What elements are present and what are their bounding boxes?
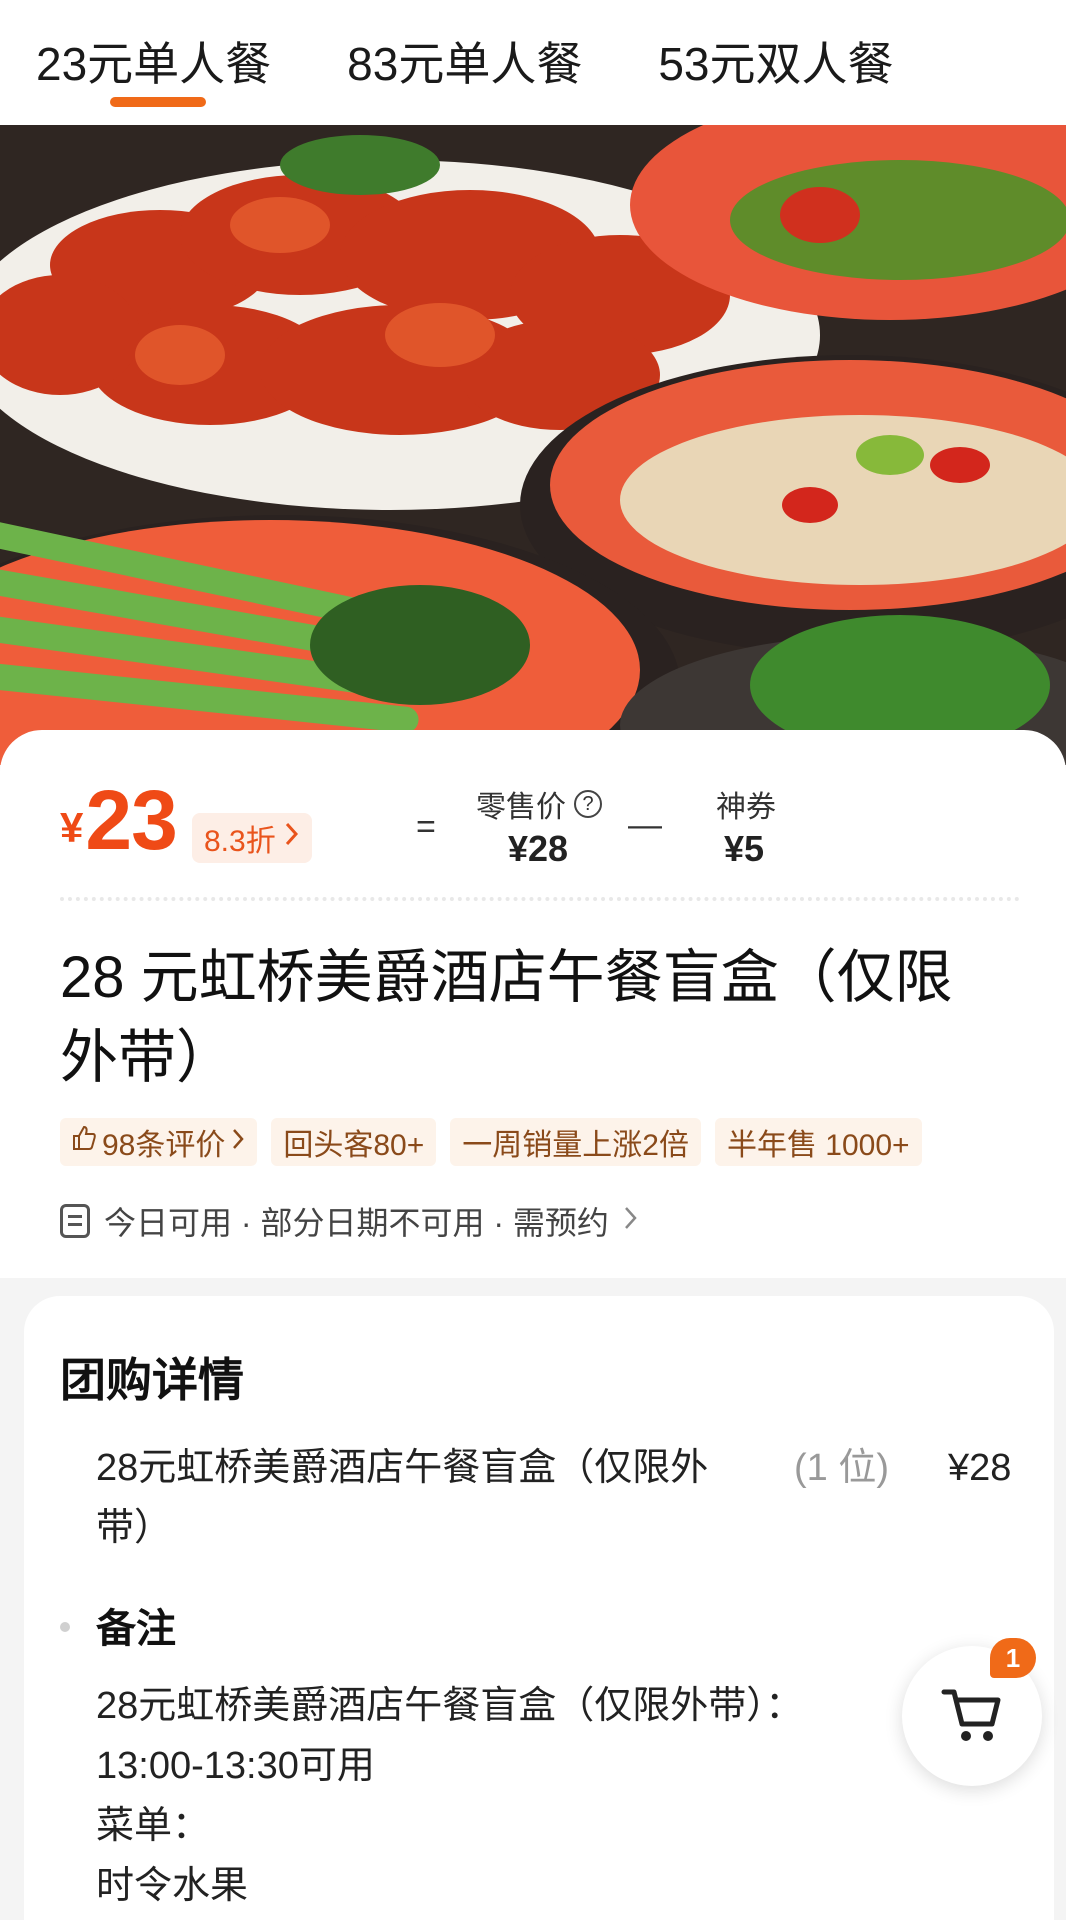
question-icon[interactable]: ? <box>574 790 602 818</box>
item-qty: (1 位) <box>794 1447 890 1489</box>
price-row: ¥ 23 8.3折 = 零售价 ? ¥28 — 神券 ¥5 <box>24 730 1054 890</box>
item-price: ¥28 <box>948 1447 1012 1489</box>
chevron-right-icon <box>231 1125 245 1159</box>
half-year-sales-tag: 半年售 1000+ <box>714 1118 922 1166</box>
note-line: 28元虹桥美爵酒店午餐盲盒（仅限外带）： <box>96 1685 804 1727</box>
bullet-dot <box>60 1622 70 1632</box>
food-illustration <box>0 125 1066 765</box>
tab-83-single[interactable]: 83元单人餐 <box>347 0 582 125</box>
cart-count-badge: 1 <box>990 1638 1036 1678</box>
discount-text: 8.3折 <box>204 825 276 858</box>
reviews-text: 98条评价 <box>102 1129 226 1162</box>
deal-price: ¥ 23 <box>60 773 178 867</box>
product-title: 28 元虹桥美爵酒店午餐盲盒（仅限外带） <box>60 945 953 1090</box>
currency-symbol: ¥ <box>60 804 84 851</box>
document-icon <box>60 1204 90 1238</box>
page: 23元单人餐 83元单人餐 53元双人餐 ¥ 23 8.3折 = 零售价 ? ¥… <box>0 0 1066 1920</box>
minus-sign: — <box>628 806 662 844</box>
chevron-right-icon <box>623 1203 639 1240</box>
hero-food-image[interactable] <box>0 125 1066 765</box>
tag-list: 98条评价 回头客80+ 一周销量上涨2倍 半年售 1000+ <box>60 1118 922 1166</box>
retail-label-text: 零售价 <box>476 791 566 824</box>
chevron-right-icon <box>284 821 300 855</box>
equals-sign: = <box>416 808 436 846</box>
note-line: 菜单： <box>96 1805 211 1847</box>
tab-23-single[interactable]: 23元单人餐 <box>36 0 271 125</box>
weekly-sales-tag: 一周销量上涨2倍 <box>450 1118 701 1166</box>
retail-price-label[interactable]: 零售价 ? <box>476 782 602 826</box>
tab-53-double[interactable]: 53元双人餐 <box>658 0 893 125</box>
price-card: ¥ 23 8.3折 = 零售价 ? ¥28 — 神券 ¥5 28 元虹桥美爵酒店… <box>0 730 1066 1278</box>
note-title: 备注 <box>96 1607 176 1651</box>
item-name: 28元虹桥美爵酒店午餐盲盒（仅限外带） <box>96 1447 709 1549</box>
note-line: 时令水果 <box>96 1865 249 1907</box>
price-amount: 23 <box>85 773 177 867</box>
dotted-divider <box>60 897 1020 901</box>
note-line: 13:00-13:30可用 <box>96 1745 375 1787</box>
group-details-card: 团购详情 28元虹桥美爵酒店午餐盲盒（仅限外带） (1 位) ¥28 备注 28… <box>24 1296 1054 1920</box>
retail-price-value: ¥28 <box>508 828 569 869</box>
repeat-customers-tag: 回头客80+ <box>271 1118 437 1166</box>
coupon-label: 神券 <box>716 791 776 824</box>
coupon-value: ¥5 <box>724 828 765 869</box>
cart-icon <box>940 1684 1004 1749</box>
discount-badge[interactable]: 8.3折 <box>192 813 312 863</box>
note-body: 28元虹桥美爵酒店午餐盲盒（仅限外带）： 13:00-13:30可用 菜单： 时… <box>96 1676 956 1916</box>
availability-row[interactable]: 今日可用 · 部分日期不可用 · 需预约 <box>60 1198 639 1244</box>
meal-tabs: 23元单人餐 83元单人餐 53元双人餐 <box>0 0 1066 125</box>
thumbs-up-icon <box>72 1125 96 1159</box>
reviews-tag[interactable]: 98条评价 <box>60 1118 258 1166</box>
availability-text: 今日可用 · 部分日期不可用 · 需预约 <box>104 1205 609 1241</box>
section-title: 团购详情 <box>60 1354 244 1406</box>
